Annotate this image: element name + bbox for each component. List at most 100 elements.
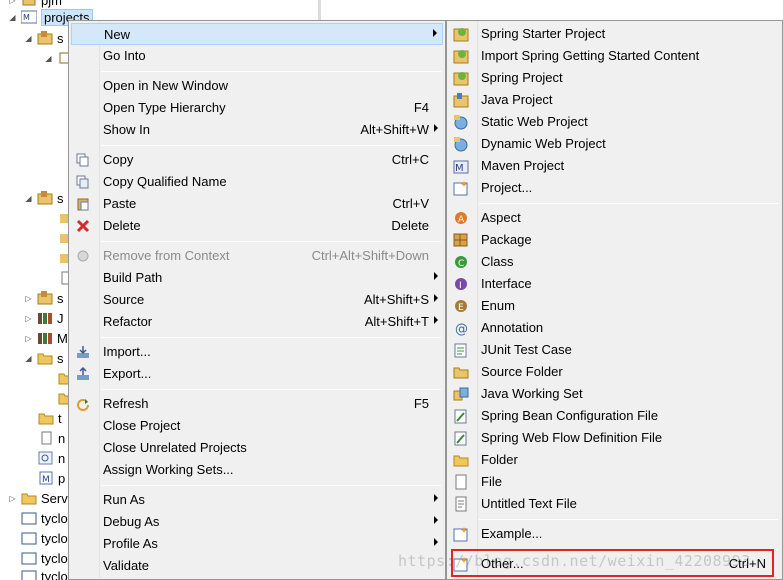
tree-item[interactable]: M p — [38, 468, 65, 488]
spring-import-icon — [453, 48, 469, 64]
menu-item-profile-as[interactable]: Profile As — [71, 533, 443, 555]
menu-item-shortcut: F5 — [413, 396, 429, 411]
expand-icon[interactable]: ▷ — [8, 0, 17, 5]
menu-item-assign-working-sets[interactable]: Assign Working Sets... — [71, 459, 443, 481]
menu-item-paste[interactable]: Paste Ctrl+V — [71, 193, 443, 215]
submenu-item-example[interactable]: Example... — [449, 523, 780, 545]
folder-icon — [21, 568, 37, 580]
tree-item-label: tyclo — [41, 530, 68, 546]
expand-icon[interactable]: ▷ — [24, 334, 33, 343]
tree-item[interactable]: ◢ s — [24, 28, 63, 48]
expand-icon[interactable]: ▷ — [24, 294, 33, 303]
submenu-item-untitled-text-file[interactable]: Untitled Text File — [449, 493, 780, 515]
menu-item-copy[interactable]: Copy Ctrl+C — [71, 149, 443, 171]
tree-item[interactable]: ▷ s — [24, 288, 64, 308]
file-icon — [38, 430, 54, 446]
highlight-box — [451, 549, 774, 577]
svg-text:M: M — [42, 475, 50, 485]
menu-item-refactor[interactable]: Refactor Alt+Shift+T — [71, 311, 443, 333]
tree-item[interactable]: tyclo — [21, 548, 68, 568]
submenu-item-file[interactable]: File — [449, 471, 780, 493]
collapse-icon[interactable]: ◢ — [8, 13, 17, 22]
submenu-item-annotation[interactable]: @ Annotation — [449, 317, 780, 339]
submenu-item-spring-starter-project[interactable]: Spring Starter Project — [449, 23, 780, 45]
menu-separator — [101, 337, 441, 338]
svg-text:@: @ — [455, 322, 468, 336]
tree-item[interactable]: t — [38, 408, 62, 428]
expand-icon[interactable]: ▷ — [8, 494, 17, 503]
tree-item[interactable]: ◢ s — [24, 348, 64, 368]
submenu-item-spring-bean-config[interactable]: Spring Bean Configuration File — [449, 405, 780, 427]
submenu-item-project[interactable]: Project... — [449, 177, 780, 199]
menu-item-label: Go Into — [103, 48, 146, 63]
menu-item-validate[interactable]: Validate — [71, 555, 443, 577]
menu-item-run-as[interactable]: Run As — [71, 489, 443, 511]
tree-item[interactable]: ▷ J — [24, 308, 63, 328]
menu-item-close-unrelated-projects[interactable]: Close Unrelated Projects — [71, 437, 443, 459]
submenu-item-class[interactable]: C Class — [449, 251, 780, 273]
submenu-item-static-web-project[interactable]: Static Web Project — [449, 111, 780, 133]
menu-item-shortcut: Ctrl+V — [392, 196, 429, 211]
interface-icon: I — [453, 276, 469, 292]
menu-item-open-in-new-window[interactable]: Open in New Window — [71, 75, 443, 97]
submenu-item-maven-project[interactable]: M Maven Project — [449, 155, 780, 177]
package-folder-icon — [37, 190, 53, 206]
menu-item-go-into[interactable]: Go Into — [71, 45, 443, 67]
tree-item[interactable]: tyclo — [21, 566, 68, 580]
menu-item-build-path[interactable]: Build Path — [71, 267, 443, 289]
spring-bean-icon — [453, 408, 469, 424]
text-file-icon — [453, 496, 469, 512]
tree-item-label: s — [57, 290, 64, 306]
menu-item-label: Spring Web Flow Definition File — [481, 430, 663, 445]
submenu-item-aspect[interactable]: A Aspect — [449, 207, 780, 229]
menu-item-refresh[interactable]: Refresh F5 — [71, 393, 443, 415]
submenu-item-import-spring-content[interactable]: Import Spring Getting Started Content — [449, 45, 780, 67]
menu-separator — [479, 203, 778, 204]
tree-item[interactable]: n — [38, 428, 65, 448]
working-set-icon — [453, 386, 469, 402]
tree-item-label: tyclo — [41, 568, 68, 580]
menu-item-copy-qualified-name[interactable]: Copy Qualified Name — [71, 171, 443, 193]
collapse-icon[interactable]: ◢ — [44, 54, 53, 63]
menu-item-import[interactable]: Import... — [71, 341, 443, 363]
menu-item-export[interactable]: Export... — [71, 363, 443, 385]
tree-item[interactable]: tyclo — [21, 508, 68, 528]
remove-context-icon — [75, 248, 91, 264]
tree-item-label: s — [57, 350, 64, 366]
submenu-item-java-working-set[interactable]: Java Working Set — [449, 383, 780, 405]
collapse-icon[interactable]: ◢ — [24, 354, 33, 363]
svg-text:M: M — [23, 13, 30, 22]
menu-item-new[interactable]: New — [71, 23, 443, 45]
menu-item-label: Java Working Set — [481, 386, 583, 401]
menu-item-remove-from-context[interactable]: Remove from Context Ctrl+Alt+Shift+Down — [71, 245, 443, 267]
expand-icon[interactable]: ▷ — [24, 314, 33, 323]
submenu-item-junit-test-case[interactable]: JUnit Test Case — [449, 339, 780, 361]
submenu-item-spring-project[interactable]: Spring Project — [449, 67, 780, 89]
tree-item[interactable]: tyclo — [21, 528, 68, 548]
view-splitter[interactable] — [318, 0, 321, 20]
submenu-item-folder[interactable]: Folder — [449, 449, 780, 471]
menu-item-delete[interactable]: Delete Delete — [71, 215, 443, 237]
menu-item-open-type-hierarchy[interactable]: Open Type Hierarchy F4 — [71, 97, 443, 119]
tree-item[interactable]: n — [38, 448, 65, 468]
menu-item-source[interactable]: Source Alt+Shift+S — [71, 289, 443, 311]
submenu-item-enum[interactable]: E Enum — [449, 295, 780, 317]
tree-item[interactable]: ▷ M — [24, 328, 67, 348]
menu-item-label: Import... — [103, 344, 151, 359]
submenu-item-spring-web-flow[interactable]: Spring Web Flow Definition File — [449, 427, 780, 449]
collapse-icon[interactable]: ◢ — [24, 194, 33, 203]
menu-item-close-project[interactable]: Close Project — [71, 415, 443, 437]
tree-item-label: p — [58, 470, 66, 486]
tree-item[interactable]: ◢ s — [24, 188, 63, 208]
submenu-item-java-project[interactable]: Java Project — [449, 89, 780, 111]
tree-item-label: t — [58, 410, 62, 426]
submenu-item-package[interactable]: Package — [449, 229, 780, 251]
submenu-item-source-folder[interactable]: Source Folder — [449, 361, 780, 383]
menu-item-debug-as[interactable]: Debug As — [71, 511, 443, 533]
menu-item-label: Validate — [103, 558, 150, 573]
tree-item[interactable]: ▷ Serv — [8, 488, 67, 508]
collapse-icon[interactable]: ◢ — [24, 34, 33, 43]
submenu-item-interface[interactable]: I Interface — [449, 273, 780, 295]
menu-item-show-in[interactable]: Show In Alt+Shift+W — [71, 119, 443, 141]
submenu-item-dynamic-web-project[interactable]: Dynamic Web Project — [449, 133, 780, 155]
